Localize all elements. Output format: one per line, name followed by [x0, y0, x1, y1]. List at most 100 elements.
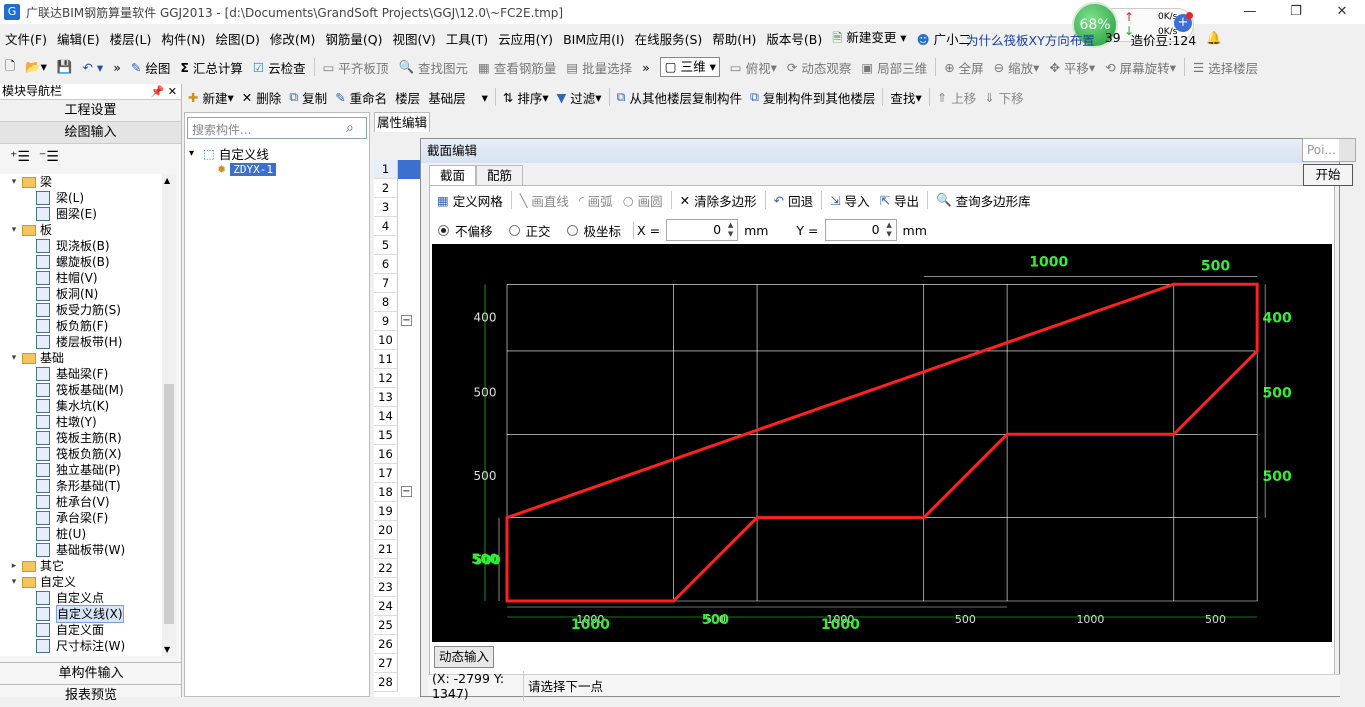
row-number[interactable]: 24 — [374, 597, 398, 616]
tree-item[interactable]: 筏板负筋(X) — [0, 446, 162, 462]
tree-scrollbar[interactable]: ▲ ▼ — [162, 174, 176, 656]
chevron-down-icon[interactable]: ▾ — [8, 222, 20, 238]
find-element-button[interactable]: 🔍 查找图元 — [393, 58, 473, 77]
copy-button[interactable]: ⧉ 复制 — [285, 88, 331, 107]
copy-to-floor-button[interactable]: ⧉ 复制构件到其他楼层 — [746, 88, 879, 107]
point-input[interactable]: Poi... — [1302, 138, 1356, 162]
menu-modify[interactable]: 修改(M) — [265, 29, 321, 48]
cloud-check-button[interactable]: ☑ 云检查 — [248, 58, 311, 77]
row-number[interactable]: 2 — [374, 179, 398, 198]
sum-calc-button[interactable]: Σ 汇总计算 — [175, 58, 248, 77]
tab-rebar[interactable]: 配筋 — [476, 165, 524, 185]
tree-item[interactable]: 自定义线(X) — [0, 605, 162, 623]
row-number[interactable]: 16 — [374, 445, 398, 464]
row-number[interactable]: 23 — [374, 578, 398, 597]
tree-folder[interactable]: ▾ 自定义 — [0, 574, 162, 590]
overflow-icon-2[interactable]: » — [637, 60, 655, 75]
tree-item[interactable]: 自定义点 — [0, 590, 162, 606]
filter-button[interactable]: ▼ 过滤 ▾ — [553, 88, 606, 107]
tree-folder[interactable]: ▾ 板 — [0, 222, 162, 238]
top-view-button[interactable]: ▭ 俯视 ▾ — [725, 58, 782, 77]
row-number[interactable]: 10 — [374, 331, 398, 350]
new-file-button[interactable]: 🗋 — [0, 57, 20, 78]
menu-version[interactable]: 版本号(B) — [761, 29, 827, 48]
tree-item[interactable]: 楼层板带(H) — [0, 334, 162, 350]
query-polygon-lib-button[interactable]: 🔍 查询多边形库 — [931, 191, 1036, 210]
row-number[interactable]: 9 — [374, 312, 398, 331]
chevron-down-icon[interactable]: ▾ — [189, 148, 203, 159]
project-settings-button[interactable]: 工程设置 — [0, 100, 181, 122]
section-drawing-canvas[interactable]: 1000 500 400 500 500 500 400 500 500 1000 500 1000 5… — [432, 244, 1332, 642]
menu-help[interactable]: 帮助(H) — [707, 29, 761, 48]
define-grid-button[interactable]: ▦ 定义网格 — [432, 191, 508, 210]
x-input[interactable]: 0 ▲ ▼ — [666, 219, 739, 241]
chevron-down-icon[interactable]: ▾ — [8, 174, 20, 190]
row-number[interactable]: 14 — [374, 407, 398, 426]
scroll-down-icon[interactable]: ▼ — [164, 645, 170, 654]
polar-radio[interactable] — [566, 224, 578, 236]
tree-item[interactable]: 桩承台(V) — [0, 494, 162, 510]
menu-file[interactable]: 文件(F) — [0, 29, 52, 48]
row-number[interactable]: 8 — [374, 293, 398, 312]
y-input[interactable]: 0 ▲ ▼ — [824, 219, 897, 241]
rename-button[interactable]: ✎ 重命名 — [331, 88, 391, 107]
import-button[interactable]: ⇲ 导入 — [825, 191, 874, 210]
row-number[interactable]: 7 — [374, 274, 398, 293]
menu-rebar[interactable]: 钢筋量(Q) — [320, 29, 387, 48]
start-button[interactable]: 开始 — [1303, 164, 1353, 186]
y-spinner-icon[interactable]: ▲ ▼ — [884, 221, 895, 239]
tree-item[interactable]: 筏板主筋(R) — [0, 430, 162, 446]
draw-button[interactable]: ✎ 绘图 — [126, 58, 175, 77]
scrollbar-thumb[interactable] — [164, 384, 174, 624]
menu-bim[interactable]: BIM应用(I) — [558, 29, 630, 48]
row-number[interactable]: 25 — [374, 616, 398, 635]
row-number[interactable]: 22 — [374, 559, 398, 578]
undo-button[interactable]: ↶ ▾ — [77, 60, 108, 75]
tab-property-edit[interactable]: 属性编辑 — [374, 112, 430, 132]
no-offset-radio[interactable] — [438, 224, 449, 236]
scroll-up-icon[interactable]: ▲ — [164, 176, 170, 185]
tree-folder[interactable]: ▸ 其它 — [0, 558, 162, 574]
dynamic-input-button[interactable]: 动态输入 — [434, 646, 494, 668]
x-spinner-icon[interactable]: ▲ ▼ — [725, 221, 736, 239]
chevron-right-icon[interactable]: ▸ — [8, 558, 20, 574]
report-preview-button[interactable]: 报表预览 — [0, 684, 182, 706]
draw-input-button[interactable]: 绘图输入 — [0, 122, 181, 144]
row-number[interactable]: 11 — [374, 350, 398, 369]
tree-item[interactable]: 柱帽(V) — [0, 270, 162, 286]
row-number[interactable]: 13 — [374, 388, 398, 407]
section-svg[interactable]: 1000 5004005005005004005005001000 500 1000 5… — [432, 244, 1332, 642]
view-rebar-button[interactable]: ▦ 查看钢筋量 — [473, 58, 561, 77]
export-button[interactable]: ⇱ 导出 — [875, 191, 924, 210]
row-number[interactable]: 20 — [374, 521, 398, 540]
collapse-all-icon[interactable]: ⁻☰ — [39, 149, 59, 165]
move-up-button[interactable]: ⇑ 上移 — [933, 88, 980, 107]
question-link[interactable]: 为什么筏板XY方向布置 — [966, 30, 1095, 49]
single-input-button[interactable]: 单构件输入 — [0, 662, 182, 684]
row-number[interactable]: 21 — [374, 540, 398, 559]
delete-button[interactable]: ✕ 删除 — [238, 88, 285, 107]
menu-cloud[interactable]: 云应用(Y) — [493, 29, 558, 48]
menu-view[interactable]: 视图(V) — [387, 29, 440, 48]
menu-draw[interactable]: 绘图(D) — [210, 29, 264, 48]
row-number[interactable]: 3 — [374, 198, 398, 217]
expand-all-icon[interactable]: ⁺☰ — [10, 149, 30, 165]
search-input[interactable]: 搜索构件... ⌕ — [187, 117, 367, 139]
row-number[interactable]: 15 — [374, 426, 398, 445]
ortho-radio[interactable] — [508, 224, 520, 236]
tree-item[interactable]: 筏板基础(M) — [0, 382, 162, 398]
tree-item[interactable]: 基础梁(F) — [0, 366, 162, 382]
menu-new-change[interactable]: 🗎 新建变更 ▾ — [827, 27, 911, 50]
pin-close-icons[interactable]: 📌 ✕ — [151, 84, 177, 99]
tree-item[interactable]: 梁(L) — [0, 190, 162, 206]
open-file-button[interactable]: 📂▾ — [20, 59, 52, 75]
row-number[interactable]: 6 — [374, 255, 398, 274]
row-number[interactable]: 5 — [374, 236, 398, 255]
close-icon[interactable]: ✕ — [1319, 0, 1365, 24]
tree-item[interactable]: 圈梁(E) — [0, 206, 162, 222]
tab-section[interactable]: 截面 — [429, 165, 477, 185]
clear-polygon-button[interactable]: ✕ 清除多边形 — [675, 191, 762, 210]
row-number[interactable]: 17 — [374, 464, 398, 483]
draw-line-button[interactable]: ╲ 画直线 — [515, 191, 574, 210]
tree-root-custom-line[interactable]: ▾ ⬚ 自定义线 — [189, 145, 276, 162]
